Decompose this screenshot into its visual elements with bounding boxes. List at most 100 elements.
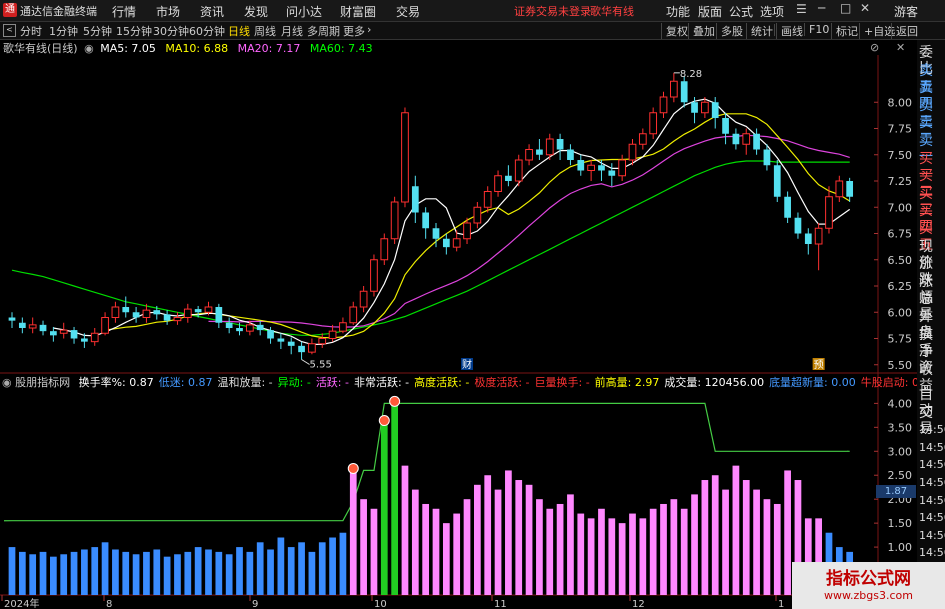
period-tab[interactable]: 1分钟 — [49, 23, 78, 39]
turnover-bar — [442, 523, 450, 595]
indicator-settings-icon[interactable]: ◉ — [2, 376, 12, 389]
turnover-bar — [411, 489, 419, 595]
turnover-bar — [360, 499, 367, 595]
candle-body — [473, 206, 482, 224]
menu-quotes[interactable]: 行情 — [112, 3, 136, 20]
candle-body — [835, 180, 844, 198]
period-more[interactable]: 更多 — [343, 23, 365, 39]
turnover-bar — [391, 403, 398, 595]
signal-dot — [389, 395, 401, 407]
candle-body — [8, 317, 16, 321]
sub-tick-label: 1.00 — [888, 541, 913, 554]
login-status[interactable]: 证券交易未登录 — [514, 3, 591, 19]
tool-multi[interactable]: 多股 — [716, 23, 743, 39]
turnover-bar — [174, 554, 181, 595]
candle-body — [732, 133, 740, 145]
indicator-item: 成交量: 120456.00 — [664, 376, 765, 389]
minimize-icon[interactable]: ─ — [818, 1, 825, 15]
candle-body — [598, 165, 605, 171]
candle-body — [483, 191, 492, 208]
period-tab[interactable]: 60分钟 — [189, 23, 225, 39]
settings-circle-icon[interactable]: ◉ — [84, 42, 94, 55]
candle-body — [432, 228, 440, 239]
candle-body — [153, 310, 161, 315]
turnover-bar — [753, 489, 760, 595]
tool-draw[interactable]: 画线 — [776, 23, 803, 39]
maximize-icon[interactable]: □ — [840, 1, 851, 15]
candle-body — [59, 329, 68, 334]
tool-overlay[interactable]: 叠加 — [688, 23, 715, 39]
tool-mark[interactable]: 标记 — [831, 23, 858, 39]
guest-label[interactable]: 游客 — [894, 3, 918, 20]
candle-body — [577, 160, 585, 171]
menu-market[interactable]: 市场 — [156, 3, 180, 20]
turnover-bar — [649, 508, 657, 595]
menu-layout[interactable]: 版面 — [698, 3, 722, 20]
tool-back[interactable]: 返回 — [891, 23, 918, 39]
period-tab[interactable]: 月线 — [281, 23, 303, 39]
tool-add-fav[interactable]: +自选 — [859, 23, 895, 39]
time-tick-label: 1 — [778, 599, 784, 609]
close-icon[interactable]: ✕ — [860, 1, 870, 15]
menu-wealth[interactable]: 财富圈 — [340, 3, 376, 20]
price-tick-label: 6.00 — [888, 306, 913, 319]
turnover-bar — [287, 547, 295, 595]
turnover-bar — [505, 470, 512, 595]
period-tab-active[interactable]: 日线 — [228, 23, 250, 39]
period-tab[interactable]: 30分钟 — [153, 23, 189, 39]
indicator-item: 异动: - — [277, 376, 311, 389]
pin-icon[interactable]: ⊘ — [870, 41, 879, 54]
menu-icon[interactable]: ☰ — [796, 2, 807, 16]
turnover-bar — [184, 551, 192, 595]
candle-body — [318, 338, 327, 345]
close-chart-icon[interactable]: ✕ — [896, 41, 905, 54]
menu-ask[interactable]: 问小达 — [286, 3, 322, 20]
time-tick-label: 8 — [106, 599, 112, 609]
candle-body — [163, 314, 171, 321]
price-tick-label: 7.75 — [888, 123, 913, 136]
watermark: 指标公式网 www.zbgs3.com — [792, 562, 945, 609]
stock-name: 歌华有线 — [590, 5, 634, 18]
indicator-item: 底量超新量: 0.00 — [769, 376, 856, 389]
candle-body — [753, 133, 760, 150]
menu-discover[interactable]: 发现 — [244, 3, 268, 20]
turnover-bar — [577, 513, 585, 595]
indicator-item: 极度活跃: - — [474, 376, 530, 389]
candle-body — [359, 290, 368, 308]
turnover-bar — [598, 508, 605, 595]
period-tab[interactable]: 多周期 — [307, 23, 340, 39]
turnover-bar — [691, 494, 698, 595]
period-toolbar: < 分时 1分钟 5分钟 15分钟 30分钟 60分钟 日线 周线 月线 多周期… — [0, 22, 945, 40]
candle-body — [618, 159, 627, 177]
candle-body — [90, 332, 99, 343]
candle-body — [70, 330, 78, 339]
tool-stats[interactable]: 统计 — [746, 23, 773, 39]
turnover-bar — [742, 480, 750, 595]
turnover-bar — [463, 499, 471, 595]
tool-rights[interactable]: 复权 — [661, 23, 688, 39]
menu-news[interactable]: 资讯 — [200, 3, 224, 20]
app-title: 通达信金融终端 — [20, 5, 97, 18]
kline-chart[interactable]: 8.00 7.75 7.50 7.25 7.00 6.75 6.50 6.25 6.00 5.75… — [0, 55, 917, 609]
candle-body — [111, 306, 120, 318]
turnover-bar — [474, 484, 481, 595]
turnover-bar — [50, 556, 57, 595]
turnover-bar — [339, 532, 347, 595]
period-tab[interactable]: 分时 — [20, 23, 42, 39]
toggle-sidebar-icon[interactable]: < — [3, 24, 16, 37]
menu-formula[interactable]: 公式 — [729, 3, 753, 20]
candle-body — [122, 307, 130, 313]
period-tab[interactable]: 5分钟 — [83, 23, 112, 39]
event-marker-label: 预 — [814, 359, 824, 371]
ma60-value: MA60: 7.43 — [309, 42, 373, 55]
candle-body — [50, 331, 57, 336]
menu-function[interactable]: 功能 — [666, 3, 690, 20]
sub-tick-label: 3.50 — [888, 421, 913, 434]
period-tab[interactable]: 15分钟 — [116, 23, 152, 39]
period-tab[interactable]: 周线 — [254, 23, 276, 39]
tool-f10[interactable]: F10 — [804, 23, 829, 36]
menu-trade[interactable]: 交易 — [396, 3, 420, 20]
more-chevron-icon[interactable]: › — [367, 23, 371, 36]
candle-body — [638, 133, 647, 145]
menu-options[interactable]: 选项 — [760, 3, 784, 20]
